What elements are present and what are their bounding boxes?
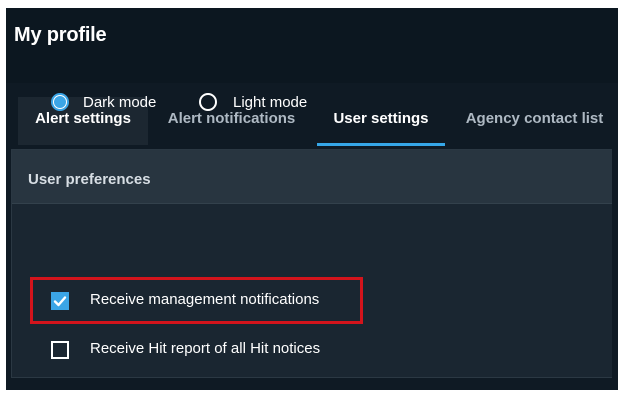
hit-report-checkbox[interactable]	[51, 341, 69, 359]
active-tab-indicator	[317, 143, 445, 146]
card-title: User preferences	[28, 171, 151, 188]
tab-agency-contact-list[interactable]: Agency contact list	[456, 97, 613, 145]
light-mode-radio[interactable]	[199, 93, 217, 111]
checkmark-icon	[53, 296, 67, 307]
tab-user-settings[interactable]: User settings	[317, 97, 445, 145]
card-header: User preferences	[12, 150, 612, 204]
management-notifications-checkbox[interactable]	[51, 292, 69, 310]
page-header: My profile	[6, 8, 618, 83]
light-mode-label[interactable]: Light mode	[233, 94, 307, 111]
dark-mode-radio[interactable]	[51, 93, 69, 111]
hit-report-label[interactable]: Receive Hit report of all Hit notices	[90, 340, 320, 357]
management-notifications-label[interactable]: Receive management notifications	[90, 291, 319, 308]
page-title: My profile	[14, 24, 107, 46]
dark-mode-label[interactable]: Dark mode	[83, 94, 156, 111]
